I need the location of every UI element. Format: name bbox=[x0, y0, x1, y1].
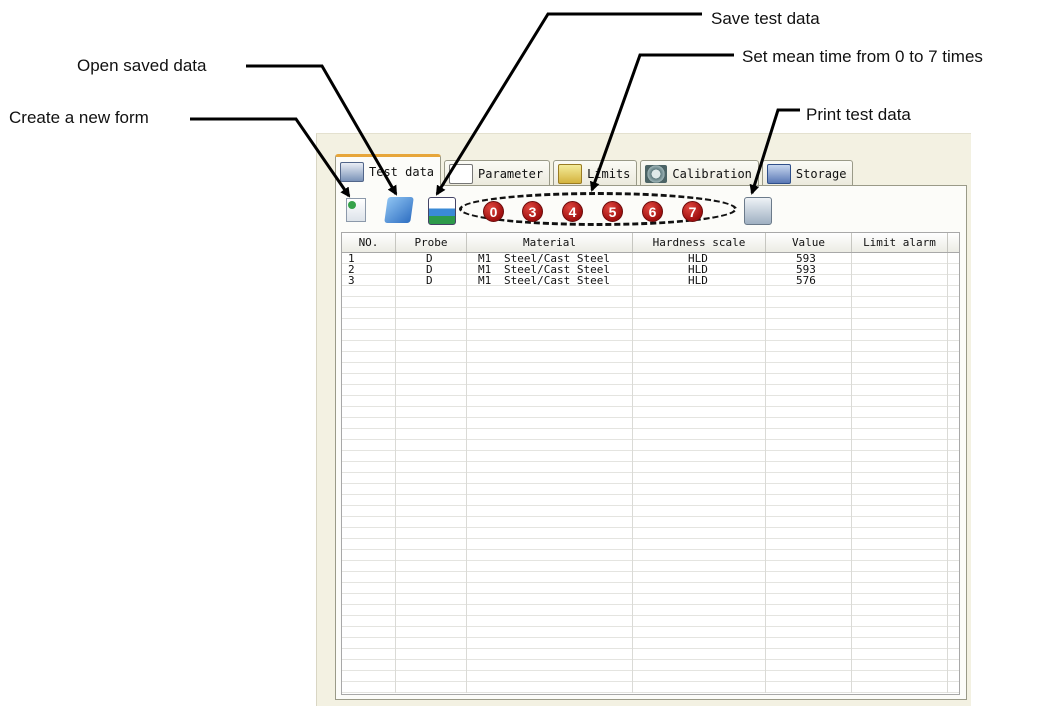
col-value[interactable]: Value bbox=[766, 233, 852, 252]
tab-parameter[interactable]: Parameter bbox=[444, 160, 551, 186]
mean-0-button[interactable]: 0 bbox=[483, 201, 504, 222]
test-data-panel: 0 3 4 5 6 7 NO. Probe Material Hardness … bbox=[335, 185, 967, 700]
new-form-button[interactable] bbox=[346, 198, 366, 222]
table-row[interactable]: 3 D M1 Steel/Cast Steel HLD 576 bbox=[342, 275, 959, 286]
column-divider bbox=[765, 253, 766, 693]
tab-test-data[interactable]: Test data bbox=[335, 154, 442, 186]
callout-mean-time: Set mean time from 0 to 7 times bbox=[742, 47, 983, 66]
parameter-icon bbox=[449, 163, 474, 184]
calibration-icon bbox=[645, 164, 668, 183]
callout-print-test-data: Print test data bbox=[806, 105, 911, 124]
tab-label: Test data bbox=[369, 164, 435, 179]
tab-bar: Test data Parameter Limits Calibration S… bbox=[335, 154, 856, 186]
tab-storage[interactable]: Storage bbox=[761, 160, 854, 186]
col-no[interactable]: NO. bbox=[342, 233, 396, 252]
cell-material-code: M1 bbox=[478, 274, 492, 287]
table-row[interactable]: 2 D M1 Steel/Cast Steel HLD 593 bbox=[342, 264, 959, 275]
limits-icon bbox=[558, 163, 583, 184]
callout-create-new-form: Create a new form bbox=[9, 108, 149, 127]
cell-value: 576 bbox=[796, 274, 816, 287]
tab-label: Limits bbox=[587, 166, 631, 181]
column-divider bbox=[395, 253, 396, 693]
cell-material: Steel/Cast Steel bbox=[504, 274, 610, 287]
printer-icon[interactable] bbox=[744, 197, 772, 225]
tab-label: Calibration bbox=[672, 166, 752, 181]
mean-7-button[interactable]: 7 bbox=[682, 201, 703, 222]
app-window: Test data Parameter Limits Calibration S… bbox=[316, 133, 971, 706]
callout-open-saved-data: Open saved data bbox=[77, 56, 207, 75]
test-data-icon bbox=[340, 161, 364, 182]
tab-label: Parameter bbox=[478, 166, 544, 181]
cell-no: 3 bbox=[348, 274, 355, 287]
mean-5-button[interactable]: 5 bbox=[602, 201, 623, 222]
col-hardness-scale[interactable]: Hardness scale bbox=[633, 233, 766, 252]
mean-4-button[interactable]: 4 bbox=[562, 201, 583, 222]
test-data-table: NO. Probe Material Hardness scale Value … bbox=[341, 232, 960, 695]
save-icon[interactable] bbox=[428, 197, 456, 225]
open-folder-icon[interactable] bbox=[384, 197, 414, 223]
mean-times-group: 0 3 4 5 6 7 bbox=[459, 192, 739, 228]
col-probe[interactable]: Probe bbox=[396, 233, 467, 252]
column-divider bbox=[851, 253, 852, 693]
column-divider bbox=[632, 253, 633, 693]
column-divider bbox=[947, 253, 948, 693]
tab-calibration[interactable]: Calibration bbox=[640, 160, 759, 186]
toolbar: 0 3 4 5 6 7 bbox=[336, 186, 966, 230]
mean-6-button[interactable]: 6 bbox=[642, 201, 663, 222]
table-body: 1 D M1 Steel/Cast Steel HLD 593 2 D M1 S… bbox=[342, 253, 959, 286]
col-limit-alarm[interactable]: Limit alarm bbox=[852, 233, 948, 252]
cell-probe: D bbox=[426, 274, 433, 287]
grid-lines bbox=[342, 253, 959, 693]
table-row[interactable]: 1 D M1 Steel/Cast Steel HLD 593 bbox=[342, 253, 959, 264]
table-header: NO. Probe Material Hardness scale Value … bbox=[342, 233, 959, 253]
col-material[interactable]: Material bbox=[467, 233, 633, 252]
storage-icon bbox=[766, 163, 791, 184]
column-divider bbox=[466, 253, 467, 693]
tab-label: Storage bbox=[795, 166, 847, 181]
tab-limits[interactable]: Limits bbox=[553, 160, 638, 186]
cell-hardness-scale: HLD bbox=[688, 274, 708, 287]
callout-save-test-data: Save test data bbox=[711, 9, 820, 28]
mean-3-button[interactable]: 3 bbox=[522, 201, 543, 222]
